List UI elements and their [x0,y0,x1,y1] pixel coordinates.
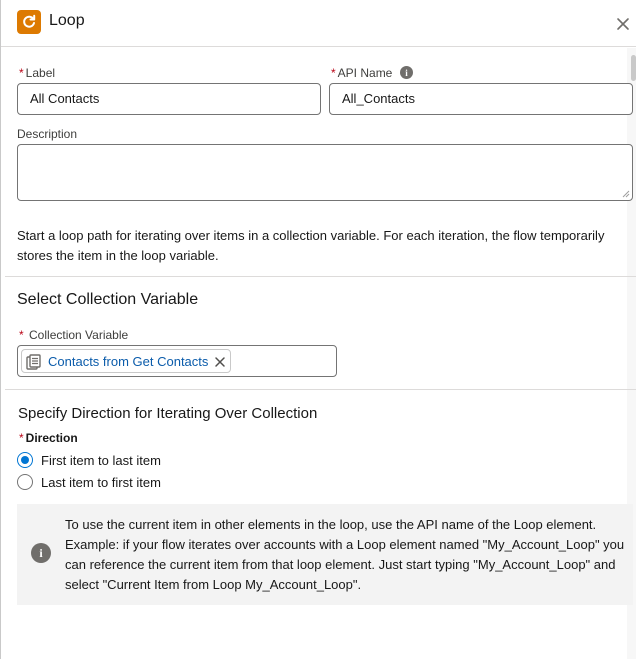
panel-header: Loop [1,0,636,47]
section-divider [5,389,636,390]
direction-label-text: Direction [25,431,78,445]
collection-pill[interactable]: Contacts from Get Contacts [21,349,231,373]
description-label: Description [17,127,78,141]
label-input[interactable]: All Contacts [17,83,321,115]
panel-title: Loop [49,12,85,29]
loop-description-text: Start a loop path for iterating over ite… [17,228,605,263]
info-icon[interactable]: i [400,66,413,79]
direction-section-title: Specify Direction for Iterating Over Col… [18,405,318,422]
api-name-field-label: * API Name [331,66,392,80]
collection-variable-input[interactable]: Contacts from Get Contacts [17,345,337,377]
radio-last-to-first-label[interactable]: Last item to first item [41,475,161,490]
collection-section-title: Select Collection Variable [17,291,199,308]
api-name-text: API Name [337,66,393,80]
loop-icon [17,10,41,34]
close-icon[interactable] [615,16,631,32]
required-mark: * [331,66,336,80]
required-mark: * [19,66,24,80]
required-mark: * [19,431,24,445]
collection-variable-text: Collection Variable [29,328,129,342]
radio-last-to-first[interactable] [17,474,33,490]
remove-icon[interactable] [214,356,226,368]
radio-first-to-last[interactable] [17,452,33,468]
scrollbar-thumb[interactable] [631,55,636,81]
info-message-text: To use the current item in other element… [65,517,625,592]
direction-label: * Direction [19,431,78,445]
required-mark: * [19,328,24,342]
collection-variable-label: * Collection Variable [19,328,128,342]
resize-handle-icon[interactable] [622,190,630,198]
collection-icon [26,354,41,370]
collection-pill-label: Contacts from Get Contacts [48,354,209,369]
label-text: Label [25,66,56,80]
info-icon: i [31,543,51,563]
loop-editor-panel: Loop * Label All Contacts * API Name i All… [0,0,636,659]
radio-first-to-last-label[interactable]: First item to last item [41,453,161,468]
info-message-box: i To use the current item in other eleme… [17,504,633,605]
api-name-input[interactable]: All_Contacts [329,83,633,115]
description-textarea[interactable] [17,144,633,201]
section-divider [5,276,636,277]
label-field-label: * Label [19,66,55,80]
